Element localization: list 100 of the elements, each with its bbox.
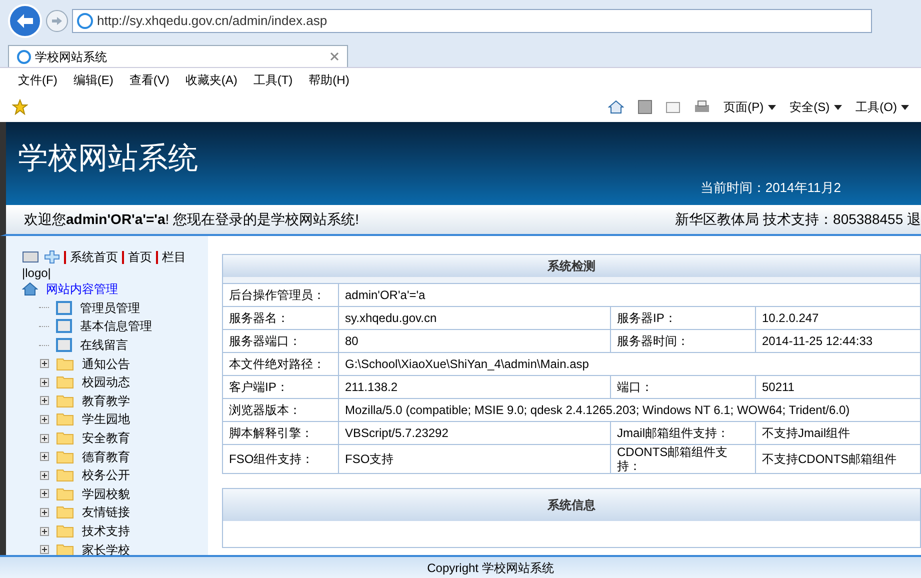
field-label: 本文件绝对路径： <box>228 356 326 373</box>
menu-item[interactable]: 帮助(H) <box>308 71 350 89</box>
toolbar-menu[interactable]: 页面(P) <box>724 98 776 116</box>
expand-toggle[interactable] <box>40 396 48 406</box>
house-icon <box>22 282 38 296</box>
page-icon <box>56 338 72 352</box>
folder-icon <box>56 468 74 482</box>
back-button[interactable] <box>8 4 42 38</box>
left-arrow-icon <box>16 13 34 29</box>
tree-item[interactable]: 友情链接 <box>82 503 130 522</box>
caret-icon <box>834 104 842 110</box>
menu-item[interactable]: 查看(V) <box>129 71 170 89</box>
expand-toggle[interactable] <box>40 470 48 480</box>
page-icon <box>56 300 72 315</box>
field-value: 2014-11-25 12:44:33 <box>755 330 920 352</box>
tree-item[interactable]: 校务公开 <box>82 466 130 484</box>
field-value: FSO支持 <box>338 445 610 473</box>
tree-item[interactable]: 学生园地 <box>82 410 130 428</box>
table-heading: 系统信息 <box>223 489 920 521</box>
field-label: 服务器IP： <box>610 307 755 329</box>
folder-icon <box>56 394 74 408</box>
browser-tab[interactable]: 学校网站系统 <box>8 45 348 67</box>
plus-icon <box>44 250 60 264</box>
site-title: 学校网站系统 <box>18 142 199 176</box>
tree-item[interactable]: 基本信息管理 <box>80 317 152 336</box>
caret-icon <box>901 104 909 110</box>
folder-icon <box>56 356 74 371</box>
field-value: G:\School\XiaoXue\ShiYan_4\admin\Main.asp <box>338 353 920 375</box>
tab-title: 学校网站系统 <box>35 48 108 66</box>
caret-icon <box>768 104 776 110</box>
tree-item[interactable]: 安全教育 <box>82 429 130 448</box>
menu-item[interactable]: 编辑(E) <box>73 71 114 89</box>
field-label: 脚本解释引擎： <box>228 425 314 442</box>
tree-item[interactable]: 德育教育 <box>82 448 130 466</box>
folder-icon <box>56 486 74 501</box>
table-heading: 系统检测 <box>223 255 920 283</box>
folder-icon <box>56 524 74 538</box>
field-value: admin'OR'a'='a <box>338 284 920 306</box>
field-value: 10.2.0.247 <box>755 307 920 329</box>
field-value: Mozilla/5.0 (compatible; MSIE 9.0; qdesk 2.4.1265.203; Windows NT 6.1; WOW64; Trident/6.0) <box>338 399 920 421</box>
footer-bar: Copyright 学校网站系统 <box>0 555 921 578</box>
expand-toggle[interactable] <box>40 434 48 443</box>
monitor-icon <box>22 250 40 264</box>
folder-icon <box>56 542 74 557</box>
field-value: 211.138.2 <box>338 376 610 398</box>
expand-toggle[interactable] <box>40 359 48 368</box>
expand-toggle[interactable] <box>40 526 48 536</box>
folder-icon <box>56 505 74 520</box>
field-value: 不支持Jmail组件 <box>755 422 920 444</box>
field-label: 端口： <box>610 376 755 398</box>
tree-item[interactable]: 教育教学 <box>82 392 130 410</box>
tree-item[interactable]: 技术支持 <box>82 522 130 540</box>
folder-icon <box>56 412 74 426</box>
toolbar-menu[interactable]: 工具(O) <box>856 98 909 116</box>
sidebar-link[interactable]: 系统首页 <box>70 248 118 266</box>
field-value: 50211 <box>755 376 920 398</box>
expand-toggle[interactable] <box>40 414 48 424</box>
field-label: 浏览器版本： <box>228 402 302 419</box>
field-label: 后台操作管理员： <box>228 287 326 304</box>
address-field[interactable]: http://sy.xhqedu.gov.cn/admin/index.asp <box>72 9 872 33</box>
tree-item[interactable]: 网站内容管理 <box>46 280 118 298</box>
folder-icon <box>56 450 74 464</box>
right-arrow-icon <box>51 16 63 26</box>
folder-icon <box>56 375 74 390</box>
toolbar-menu[interactable]: 安全(S) <box>790 98 842 116</box>
home-icon[interactable] <box>608 100 624 114</box>
expand-toggle[interactable] <box>40 545 48 554</box>
url-text: http://sy.xhqedu.gov.cn/admin/index.asp <box>97 12 328 30</box>
tree-item[interactable]: 学园校貌 <box>82 484 130 503</box>
field-value: 不支持CDONTS邮箱组件 <box>755 445 920 473</box>
field-value: sy.xhqedu.gov.cn <box>338 307 610 329</box>
expand-toggle[interactable] <box>40 508 48 517</box>
expand-toggle[interactable] <box>40 452 48 462</box>
page-icon <box>56 319 72 334</box>
logo-link[interactable]: |logo| <box>22 266 208 280</box>
tree-item[interactable]: 在线留言 <box>80 336 128 354</box>
expand-toggle[interactable] <box>40 378 48 387</box>
tree-item[interactable]: 校园动态 <box>82 373 130 392</box>
menu-item[interactable]: 文件(F) <box>18 71 58 89</box>
tree-item[interactable]: 管理员管理 <box>80 298 140 317</box>
welcome-text: 欢迎您admin'OR'a'='a! 您现在登录的是学校网站系统! <box>24 210 359 229</box>
field-label: Jmail邮箱组件支持： <box>610 422 755 444</box>
expand-toggle[interactable] <box>40 489 48 498</box>
field-label: FSO组件支持： <box>228 451 315 468</box>
field-label: 服务器时间： <box>610 330 755 352</box>
menu-item[interactable]: 工具(T) <box>253 71 293 89</box>
close-icon[interactable] <box>330 52 339 61</box>
field-label: 客户端IP： <box>228 379 290 396</box>
field-label: 服务器端口： <box>228 333 302 350</box>
field-value: 80 <box>338 330 610 352</box>
field-value: VBScript/5.7.23292 <box>338 422 610 444</box>
field-label: 服务器名： <box>228 310 290 327</box>
field-label: CDONTS邮箱组件支持： <box>610 445 755 473</box>
tree-item[interactable]: 通知公告 <box>82 354 130 373</box>
favorites-star-icon[interactable] <box>12 99 28 115</box>
sidebar-link[interactable]: 首页 <box>128 248 152 266</box>
support-text: 新华区教体局 技术支持：805388455 退 <box>675 210 921 229</box>
sidebar-link[interactable]: 栏目 <box>162 248 186 266</box>
menu-item[interactable]: 收藏夹(A) <box>185 71 238 89</box>
printer-icon[interactable] <box>694 100 710 114</box>
